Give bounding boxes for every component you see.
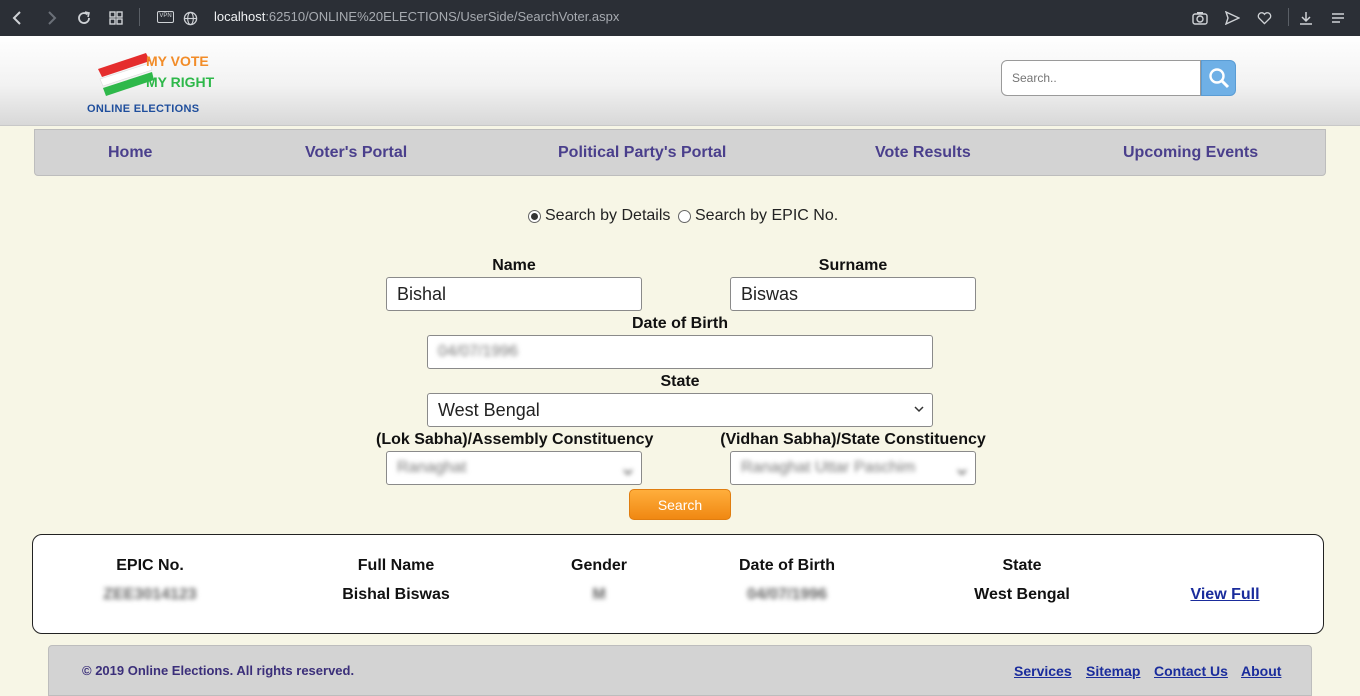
chevron-down-icon — [914, 405, 924, 416]
radio-details-label: Search by Details — [545, 207, 671, 224]
url-path: :62510/ONLINE%20ELECTIONS/UserSide/Searc… — [265, 9, 620, 24]
globe-icon — [180, 8, 200, 28]
name-value: Bishal — [397, 283, 447, 304]
header-dob: Date of Birth — [739, 557, 835, 574]
magnifier-icon — [1208, 68, 1229, 89]
logo-text-online-elections: ONLINE ELECTIONS — [87, 103, 200, 115]
site-header: MY VOTE MY RIGHT ONLINE ELECTIONS — [0, 36, 1360, 126]
result-table: EPIC No. Full Name Gender Date of Birth … — [32, 534, 1324, 634]
header-state: State — [1002, 557, 1042, 574]
cell-full-name: Bishal Biswas — [342, 586, 450, 603]
back-icon[interactable] — [8, 8, 28, 28]
view-full-link[interactable]: View Full — [1190, 586, 1259, 603]
lok-sabha-value: Ranaghat — [397, 459, 467, 476]
lok-sabha-label: (Lok Sabha)/Assembly Constituency — [376, 431, 654, 448]
state-select[interactable]: West Bengal — [427, 393, 933, 427]
surname-input[interactable]: Biswas — [730, 277, 976, 311]
download-icon[interactable] — [1296, 8, 1316, 28]
header-search-input[interactable] — [1001, 60, 1201, 96]
cell-dob: 04/07/1996 — [746, 586, 828, 603]
name-label: Name — [492, 257, 536, 274]
radio-checked-icon[interactable] — [528, 209, 541, 223]
nav-political-party-portal[interactable]: Political Party's Portal — [558, 144, 726, 162]
dob-value: 04/07/1996 — [438, 343, 519, 360]
radio-unchecked-icon[interactable] — [678, 209, 691, 223]
logo-text-my-vote: MY VOTE — [146, 53, 209, 69]
vidhan-sabha-label: (Vidhan Sabha)/State Constituency — [720, 431, 986, 448]
send-icon[interactable] — [1222, 8, 1242, 28]
footer-link-contact[interactable]: Contact Us — [1154, 663, 1228, 679]
cell-gender: M — [592, 586, 606, 603]
state-value: West Bengal — [438, 399, 540, 420]
vidhan-sabha-select[interactable]: Ranaghat Uttar Paschim — [730, 451, 976, 485]
footer-link-sitemap[interactable]: Sitemap — [1086, 663, 1140, 679]
tabs-grid-icon[interactable] — [106, 8, 126, 28]
vidhan-sabha-value: Ranaghat Uttar Paschim — [741, 459, 916, 476]
heart-icon[interactable] — [1254, 8, 1274, 28]
address-bar[interactable]: localhost:62510/ONLINE%20ELECTIONS/UserS… — [214, 9, 619, 24]
header-epic: EPIC No. — [116, 557, 184, 574]
nav-vote-results[interactable]: Vote Results — [875, 144, 971, 162]
nav-home[interactable]: Home — [108, 144, 152, 162]
state-label: State — [660, 373, 700, 390]
menu-icon[interactable] — [1328, 8, 1348, 28]
toolbar-divider — [139, 8, 140, 26]
logo-text-my-right: MY RIGHT — [146, 74, 215, 90]
footer-link-services[interactable]: Services — [1014, 663, 1072, 679]
reload-icon[interactable] — [74, 8, 94, 28]
chevron-down-icon — [957, 463, 967, 481]
url-host: localhost — [214, 9, 266, 24]
chevron-down-icon — [623, 463, 633, 481]
browser-toolbar: VPN localhost:62510/ONLINE%20ELECTIONS/U… — [0, 0, 1360, 36]
dob-input[interactable]: 04/07/1996 — [427, 335, 933, 369]
radio-epic-label: Search by EPIC No. — [695, 207, 839, 224]
nav-upcoming-events[interactable]: Upcoming Events — [1123, 144, 1258, 162]
surname-value: Biswas — [741, 283, 799, 304]
search-button[interactable]: Search — [629, 489, 731, 520]
forward-icon[interactable] — [41, 8, 61, 28]
site-footer: © 2019 Online Elections. All rights rese… — [48, 645, 1312, 696]
lok-sabha-select[interactable]: Ranaghat — [386, 451, 642, 485]
header-search-button[interactable] — [1201, 60, 1236, 96]
site-logo[interactable]: MY VOTE MY RIGHT ONLINE ELECTIONS — [86, 51, 226, 117]
header-gender: Gender — [570, 557, 628, 574]
view-full-link-cell: View Full — [1190, 586, 1259, 604]
nav-voters-portal[interactable]: Voter's Portal — [305, 144, 407, 162]
footer-link-about[interactable]: About — [1241, 663, 1281, 679]
main-nav: Home Voter's Portal Political Party's Po… — [34, 129, 1326, 176]
camera-icon[interactable] — [1190, 8, 1210, 28]
copyright-text: © 2019 Online Elections. All rights rese… — [82, 663, 355, 678]
toolbar-divider-right — [1288, 8, 1289, 26]
surname-label: Surname — [818, 257, 888, 274]
header-full-name: Full Name — [357, 557, 435, 574]
radio-search-by-details[interactable]: Search by Details — [528, 207, 670, 225]
radio-search-by-epic[interactable]: Search by EPIC No. — [678, 207, 838, 225]
cell-state: West Bengal — [974, 586, 1070, 603]
dob-label: Date of Birth — [632, 315, 728, 332]
vpn-icon[interactable]: VPN — [157, 11, 174, 23]
name-input[interactable]: Bishal — [386, 277, 642, 311]
cell-epic: ZEE3014123 — [103, 586, 197, 603]
